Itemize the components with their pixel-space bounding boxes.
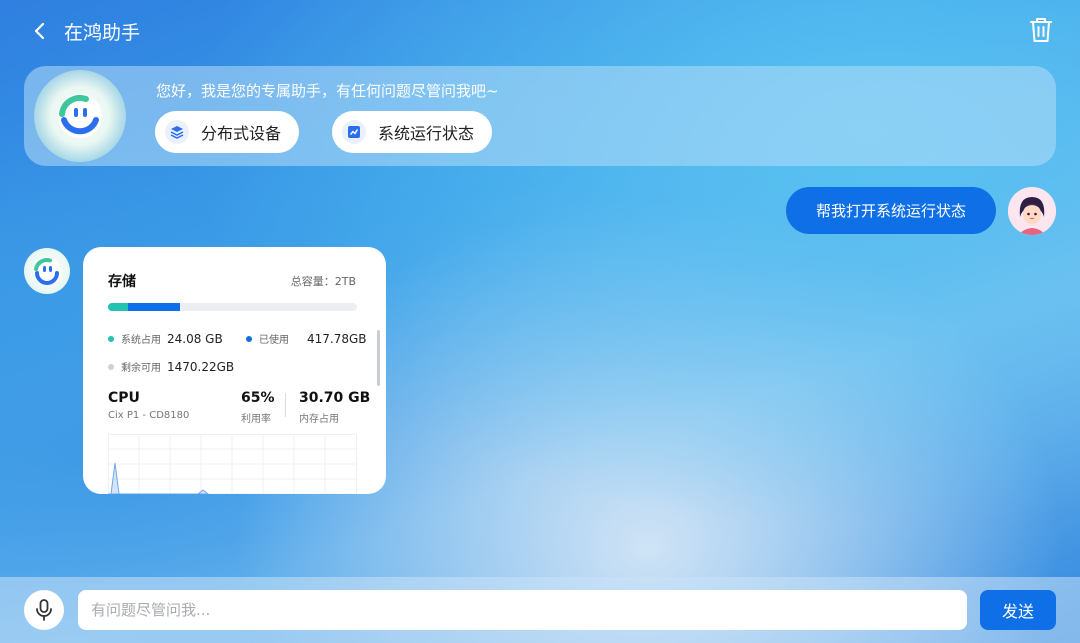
legend-system: 系统占用 24.08 GB [108, 331, 223, 346]
microphone-button[interactable] [24, 590, 64, 630]
trash-icon[interactable] [1028, 16, 1054, 44]
greeting-text: 您好，我是您的专属助手，有任何问题尽管问我吧~ [156, 82, 499, 100]
user-avatar-icon [1008, 187, 1056, 235]
memory-value: 30.70 GB [299, 390, 371, 406]
storage-total: 总容量：2TB [290, 275, 356, 288]
cpu-usage-chart [108, 434, 357, 494]
send-button[interactable]: 发送 [980, 590, 1056, 630]
chip-system-status[interactable]: 系统运行状态 [332, 111, 493, 153]
microphone-icon [36, 599, 52, 621]
legend-label: 剩余可用 [121, 363, 161, 374]
assistant-logo-icon [58, 94, 102, 138]
memory-label: 内存占用 [299, 414, 339, 425]
chip-label: 分布式设备 [201, 124, 282, 143]
storage-system-segment [108, 303, 128, 311]
assistant-logo-icon [33, 257, 61, 285]
message-input[interactable] [78, 590, 967, 630]
page-title: 在鸿助手 [64, 22, 141, 44]
legend-used: 已使用 417.78GB [246, 331, 367, 346]
chip-label: 系统运行状态 [378, 124, 475, 143]
welcome-card: 您好，我是您的专属助手，有任何问题尽管问我吧~ 分布式设备 系统运行状态 [24, 66, 1056, 166]
cpu-title: CPU [108, 390, 140, 406]
legend-label: 已使用 [259, 335, 289, 346]
divider [285, 393, 286, 417]
layers-icon [165, 120, 189, 144]
legend-free: 剩余可用 1470.22GB [108, 359, 234, 374]
cpu-usage-value: 65% [241, 390, 275, 406]
card-scrollbar[interactable] [377, 330, 380, 386]
header: 在鸿助手 [0, 0, 1080, 62]
chevron-left-icon[interactable] [28, 19, 52, 43]
legend-value: 1470.22GB [167, 359, 235, 374]
assistant-avatar [34, 70, 126, 162]
legend-dot [108, 335, 114, 342]
storage-progress-bar [108, 303, 357, 311]
legend-dot [108, 363, 114, 370]
cpu-usage-label: 利用率 [241, 414, 271, 425]
assistant-avatar-small [24, 248, 70, 294]
chart-icon [342, 120, 366, 144]
system-status-card: 存储 总容量：2TB 系统占用 24.08 GB 已使用 417.78GB 剩余… [83, 247, 386, 494]
chip-distributed-devices[interactable]: 分布式设备 [155, 111, 300, 153]
legend-value: 24.08 GB [167, 331, 223, 346]
legend-value: 417.78GB [307, 331, 367, 346]
legend-label: 系统占用 [121, 335, 161, 346]
legend-dot [246, 335, 252, 342]
user-avatar [1008, 187, 1056, 235]
storage-title: 存储 [108, 274, 136, 290]
user-message-bubble: 帮我打开系统运行状态 [786, 187, 996, 234]
cpu-model: Cix P1 - CD8180 [108, 410, 190, 421]
storage-used-segment [128, 303, 180, 311]
